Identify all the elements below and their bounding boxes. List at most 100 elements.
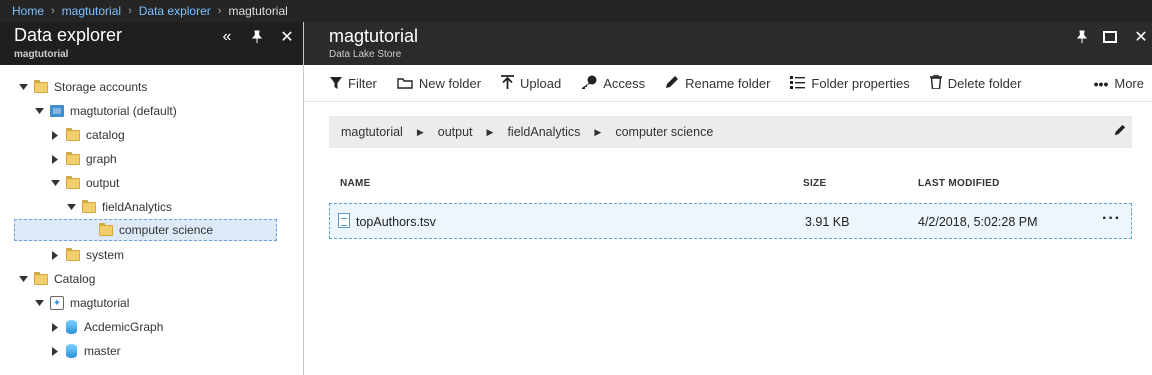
tree-node-label: Storage accounts bbox=[54, 80, 148, 94]
filter-button[interactable]: Filter bbox=[330, 76, 377, 92]
filter-label: Filter bbox=[348, 76, 377, 91]
access-button[interactable]: Access bbox=[581, 75, 645, 92]
breadcrumb-current: magtutorial bbox=[228, 4, 288, 18]
tree-node-label: AcdemicGraph bbox=[84, 320, 164, 334]
expanded-arrow-icon[interactable] bbox=[18, 274, 28, 284]
upload-label: Upload bbox=[520, 76, 562, 91]
tree-node-output[interactable]: output bbox=[50, 172, 119, 194]
tree-node-storage-accounts[interactable]: Storage accounts bbox=[18, 76, 147, 98]
breadcrumb-chevron-icon: › bbox=[51, 5, 55, 17]
folder-icon bbox=[66, 127, 80, 141]
tree-node-label: magtutorial (default) bbox=[70, 104, 177, 118]
collapsed-arrow-icon[interactable] bbox=[50, 130, 60, 140]
tree-node-label: computer science bbox=[119, 223, 214, 237]
new-folder-button[interactable]: New folder bbox=[397, 76, 481, 92]
tree-node-catalog-root[interactable]: Catalog bbox=[18, 268, 95, 290]
folder-icon bbox=[34, 79, 48, 93]
tree-node-catalog-magtutorial[interactable]: ✦ magtutorial bbox=[34, 292, 129, 314]
column-header-last-modified[interactable]: LAST MODIFIED bbox=[918, 178, 1000, 189]
row-ellipsis-icon[interactable]: ··· bbox=[1102, 210, 1121, 228]
folder-properties-button[interactable]: Folder properties bbox=[790, 75, 910, 92]
tree-node-label: master bbox=[84, 344, 121, 358]
tree-node-magtutorial-default[interactable]: magtutorial (default) bbox=[34, 100, 177, 122]
file-last-modified: 4/2/2018, 5:02:28 PM bbox=[918, 215, 1038, 229]
panel-title: Data explorer bbox=[14, 25, 123, 45]
ellipsis-icon: ••• bbox=[1093, 75, 1109, 92]
catalog-icon: ✦ bbox=[50, 296, 64, 310]
expanded-arrow-icon[interactable] bbox=[34, 298, 44, 308]
folder-icon bbox=[66, 151, 80, 165]
table-row[interactable]: topAuthors.tsv 3.91 KB 4/2/2018, 5:02:28… bbox=[329, 203, 1132, 239]
path-chevron-icon: ▶ bbox=[416, 126, 424, 137]
tree-node-graph[interactable]: graph bbox=[50, 148, 117, 170]
collapse-icon[interactable]: « bbox=[216, 26, 238, 48]
folder-icon bbox=[66, 247, 80, 261]
column-header-size[interactable]: SIZE bbox=[803, 178, 826, 189]
folder-properties-label: Folder properties bbox=[811, 76, 910, 91]
tree-node-label: Catalog bbox=[54, 272, 96, 286]
collapsed-arrow-icon[interactable] bbox=[50, 154, 60, 164]
data-lake-store-icon bbox=[50, 105, 64, 117]
folder-icon bbox=[66, 175, 80, 189]
more-button[interactable]: ••• More bbox=[1094, 76, 1144, 92]
path-segment-output[interactable]: output bbox=[438, 125, 473, 139]
maximize-icon[interactable] bbox=[1099, 26, 1121, 48]
pin-icon[interactable] bbox=[1071, 26, 1093, 48]
expanded-arrow-icon[interactable] bbox=[66, 202, 76, 212]
tree-node-system[interactable]: system bbox=[50, 244, 124, 266]
expanded-arrow-icon[interactable] bbox=[18, 82, 28, 92]
breadcrumb-chevron-icon: › bbox=[128, 5, 132, 17]
panel-title: magtutorial bbox=[329, 26, 419, 46]
trash-icon bbox=[929, 74, 942, 92]
upload-icon bbox=[501, 75, 515, 92]
breadcrumb: Home › magtutorial › Data explorer › mag… bbox=[0, 0, 1152, 22]
close-icon[interactable]: ✕ bbox=[276, 26, 298, 48]
tree-node-catalog[interactable]: catalog bbox=[50, 124, 125, 146]
new-folder-icon bbox=[397, 76, 413, 92]
upload-button[interactable]: Upload bbox=[501, 75, 561, 92]
file-name[interactable]: topAuthors.tsv bbox=[356, 215, 436, 229]
file-icon bbox=[338, 213, 350, 228]
close-icon[interactable]: ✕ bbox=[1130, 26, 1152, 48]
path-segment-computer-science[interactable]: computer science bbox=[615, 125, 713, 139]
database-icon bbox=[66, 320, 77, 334]
pencil-icon bbox=[665, 75, 679, 92]
tree-node-label: graph bbox=[86, 152, 117, 166]
tree-node-label: fieldAnalytics bbox=[102, 200, 173, 214]
path-chevron-icon: ▶ bbox=[594, 126, 602, 137]
expanded-arrow-icon[interactable] bbox=[50, 178, 60, 188]
path-segment-fieldanalytics[interactable]: fieldAnalytics bbox=[507, 125, 580, 139]
access-label: Access bbox=[603, 76, 646, 91]
collapsed-arrow-icon[interactable] bbox=[50, 322, 60, 332]
key-icon bbox=[581, 75, 597, 92]
folder-icon bbox=[99, 222, 113, 236]
expanded-arrow-icon[interactable] bbox=[34, 106, 44, 116]
edit-path-icon[interactable] bbox=[1114, 123, 1126, 139]
column-header-name[interactable]: NAME bbox=[340, 178, 371, 189]
rename-folder-label: Rename folder bbox=[685, 76, 771, 91]
tree-node-acdemicgraph[interactable]: AcdemicGraph bbox=[50, 316, 163, 338]
breadcrumb-magtutorial[interactable]: magtutorial bbox=[62, 4, 121, 18]
collapsed-arrow-icon[interactable] bbox=[50, 346, 60, 356]
list-icon bbox=[790, 75, 806, 92]
pin-icon[interactable] bbox=[246, 26, 268, 48]
collapsed-arrow-icon[interactable] bbox=[50, 250, 60, 260]
path-chevron-icon: ▶ bbox=[486, 126, 494, 137]
breadcrumb-home[interactable]: Home bbox=[12, 4, 44, 18]
path-segment-magtutorial[interactable]: magtutorial bbox=[341, 125, 403, 139]
filter-icon bbox=[330, 76, 342, 92]
rename-folder-button[interactable]: Rename folder bbox=[665, 75, 770, 92]
left-panel-header: Data explorer magtutorial « ✕ bbox=[0, 22, 303, 65]
delete-folder-button[interactable]: Delete folder bbox=[929, 74, 1022, 92]
tree-node-computer-science[interactable]: computer science bbox=[14, 219, 277, 241]
path-breadcrumb: magtutorial ▶ output ▶ fieldAnalytics ▶ … bbox=[329, 116, 1132, 148]
tree-node-label: system bbox=[86, 248, 125, 262]
delete-folder-label: Delete folder bbox=[947, 76, 1022, 91]
database-icon bbox=[66, 344, 77, 358]
breadcrumb-data-explorer[interactable]: Data explorer bbox=[139, 4, 211, 18]
tree-node-master[interactable]: master bbox=[50, 340, 121, 362]
panel-subtitle: Data Lake Store bbox=[329, 49, 402, 60]
new-folder-label: New folder bbox=[418, 76, 482, 91]
tree-node-fieldanalytics[interactable]: fieldAnalytics bbox=[66, 196, 172, 218]
tree-node-label: output bbox=[86, 176, 120, 190]
